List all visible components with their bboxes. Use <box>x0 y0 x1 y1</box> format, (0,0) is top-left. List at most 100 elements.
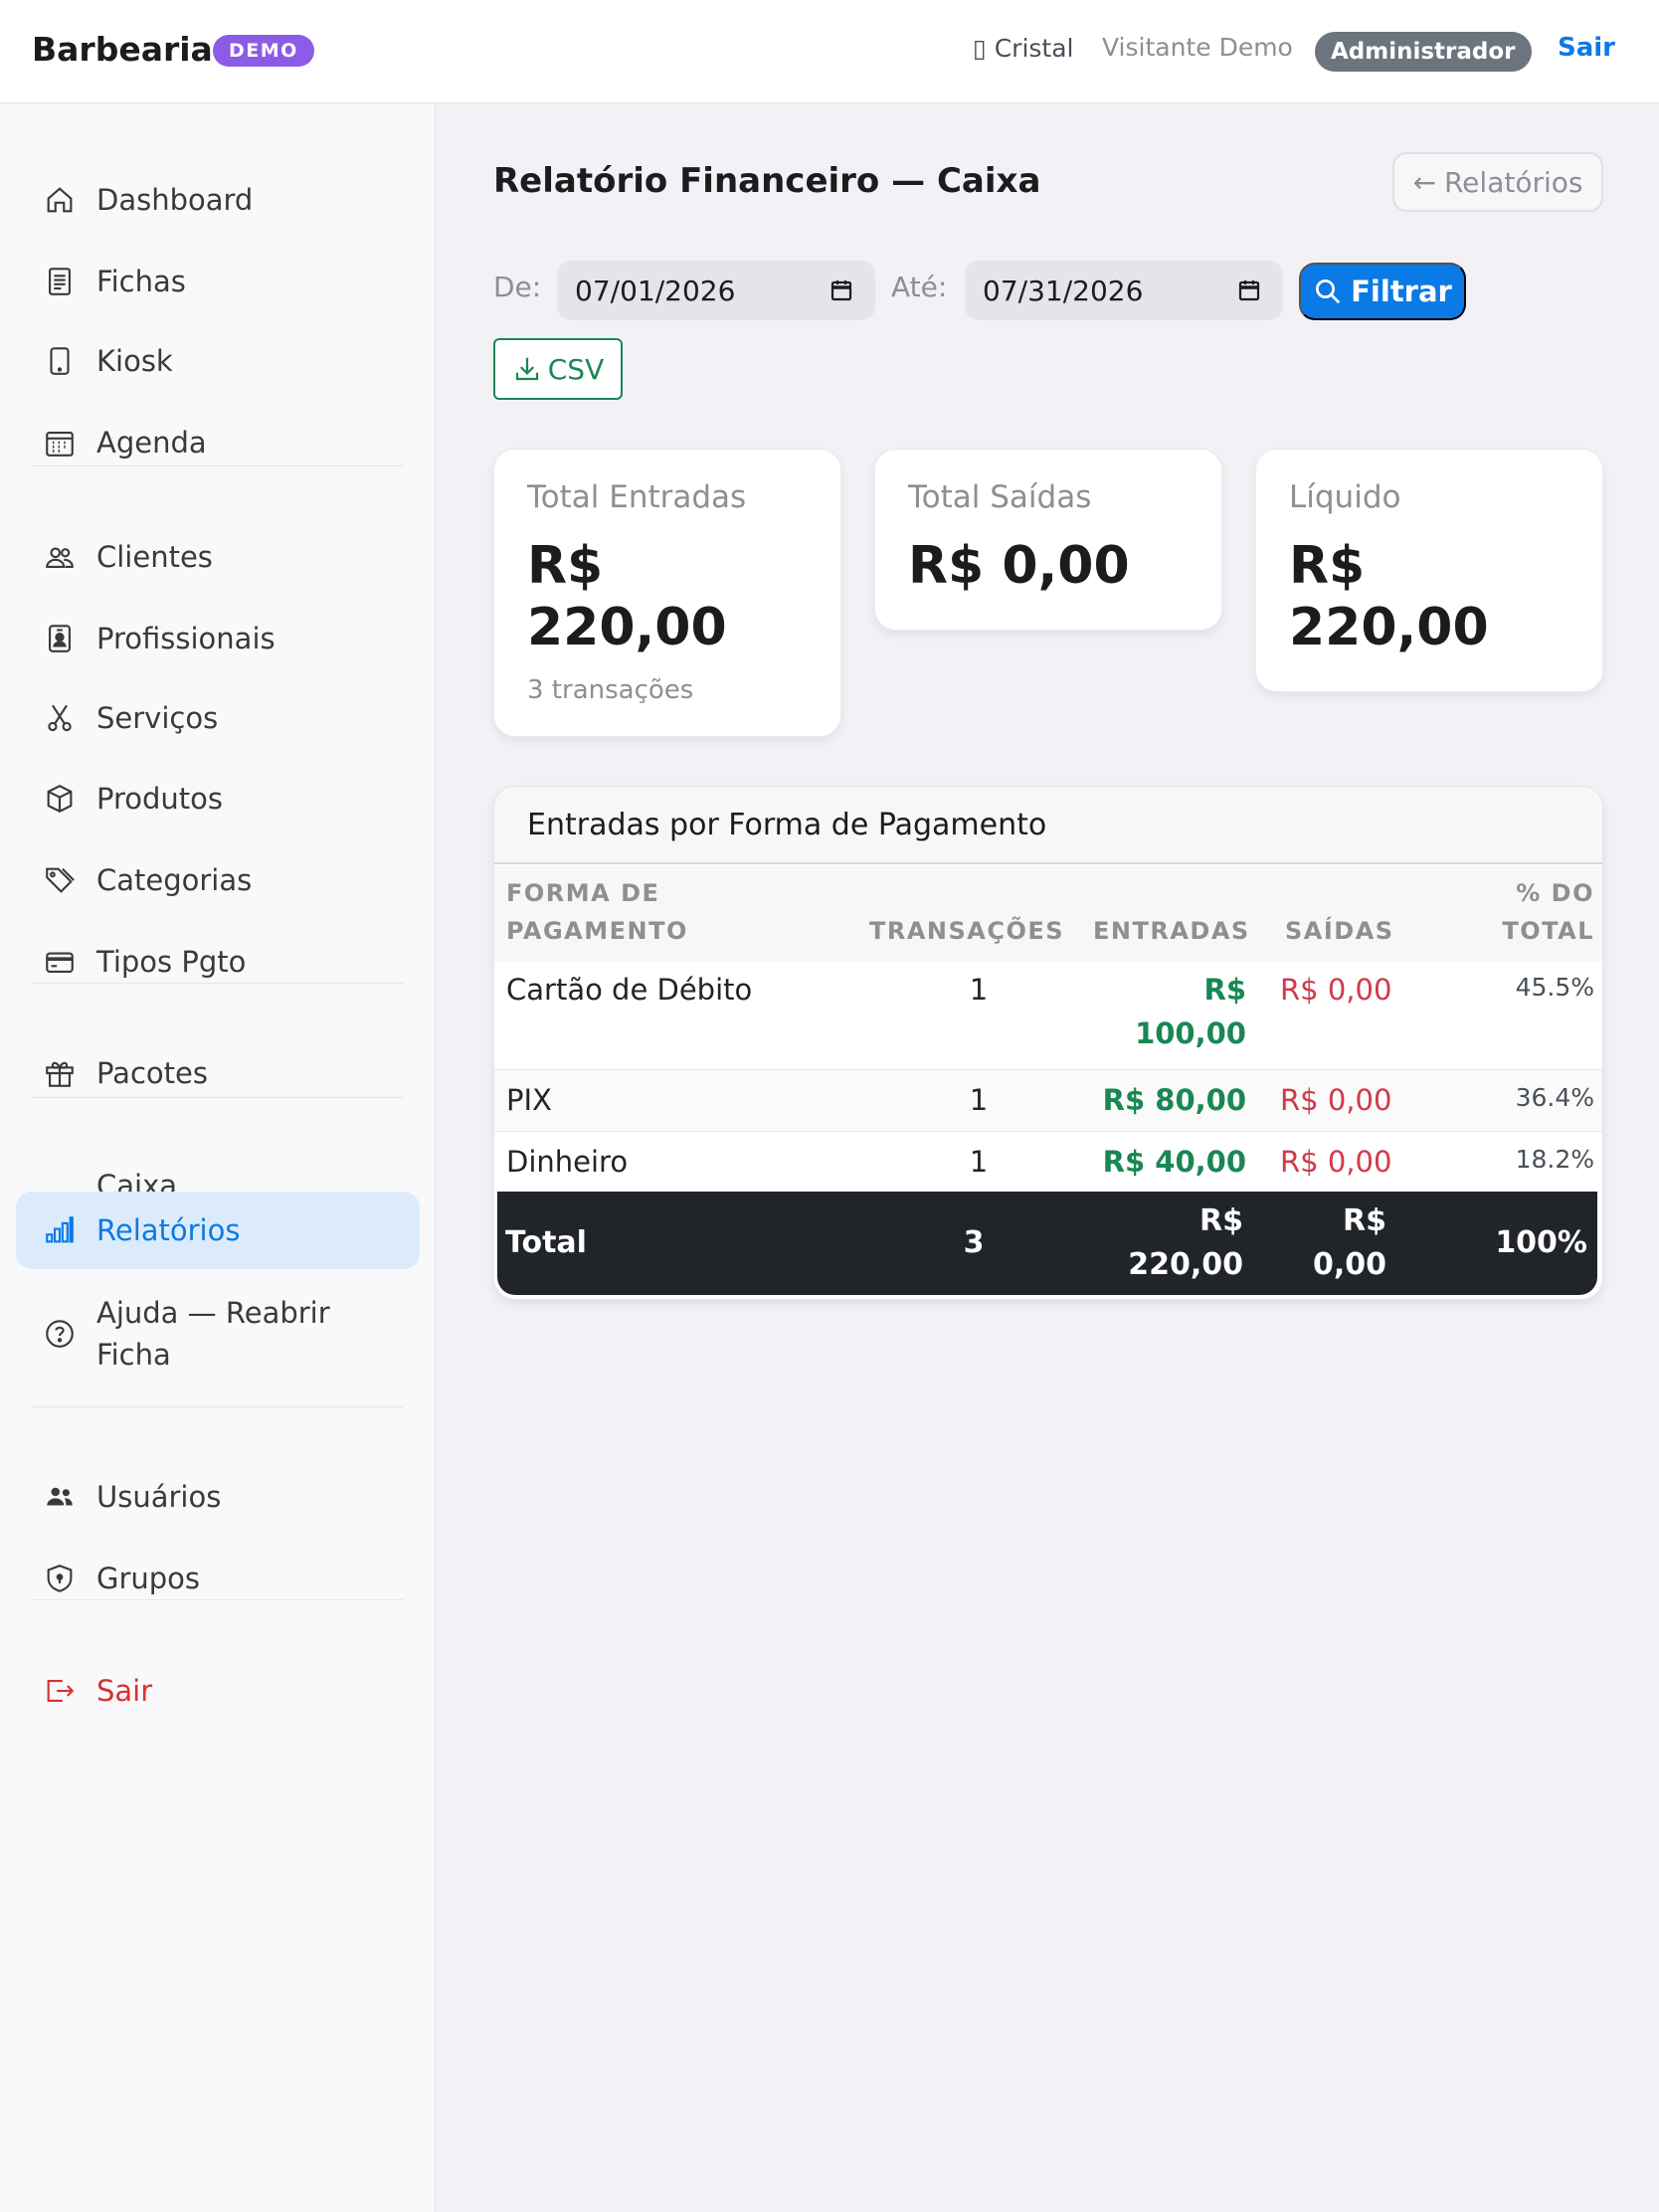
cell-line: R$ <box>1343 1203 1386 1238</box>
sidebar-item-tipos-pgto[interactable]: Tipos Pgto <box>16 924 420 1000</box>
sidebar-divider <box>32 1097 404 1098</box>
total-exits: R$ 0,00 <box>1313 1199 1386 1287</box>
cell-entries: R$ 100,00 <box>1135 968 1246 1055</box>
people-fill-icon <box>43 1480 77 1514</box>
sidebar-divider <box>32 1599 404 1600</box>
cell-pct: 36.4% <box>1515 1083 1594 1112</box>
col-header-line: PAGAMENTO <box>506 917 688 945</box>
filter-button[interactable]: Filtrar <box>1299 263 1466 320</box>
sidebar-item-fichas[interactable]: Fichas <box>16 244 420 319</box>
sidebar-item-kiosk[interactable]: Kiosk <box>16 323 420 399</box>
back-button-label: Relatórios <box>1443 165 1583 199</box>
card-total-saidas: Total Saídas R$ 0,00 <box>874 449 1222 631</box>
sidebar-item-label: Clientes <box>96 540 213 574</box>
card-liquido: Líquido R$ 220,00 <box>1255 449 1603 692</box>
cell-line: 100,00 <box>1135 1016 1246 1050</box>
csv-button-label: CSV <box>547 352 605 386</box>
demo-badge: DEMO <box>213 35 314 67</box>
cell-transactions: 1 <box>969 1145 989 1179</box>
col-header-line: TOTAL <box>1502 917 1594 945</box>
card-value-amount: 220,00 <box>527 598 727 657</box>
sidebar-item-servicos[interactable]: Serviços <box>16 680 420 756</box>
header-logout-link[interactable]: Sair <box>1558 33 1615 63</box>
cell-entries: R$ 80,00 <box>1102 1083 1246 1117</box>
question-circle-icon <box>43 1317 77 1351</box>
people-icon <box>43 540 77 574</box>
bar-chart-icon <box>43 1213 77 1247</box>
sidebar-divider <box>32 983 404 984</box>
table-row: Dinheiro 1 R$ 40,00 R$ 0,00 18.2% <box>494 1132 1602 1193</box>
sidebar-item-sair[interactable]: Sair <box>16 1653 420 1729</box>
badge-icon <box>43 622 77 655</box>
sidebar-divider <box>32 465 404 466</box>
tags-icon <box>43 863 77 897</box>
cell-pct: 45.5% <box>1515 973 1594 1002</box>
cell-pct: 18.2% <box>1515 1145 1594 1174</box>
page-title: Relatório Financeiro — Caixa <box>493 161 1041 201</box>
sidebar-item-agenda[interactable]: Agenda <box>16 405 420 480</box>
sidebar-item-clientes[interactable]: Clientes <box>16 519 420 595</box>
col-header-line: FORMA DE <box>506 879 660 907</box>
sidebar-item-label: Ajuda — Reabrir Ficha <box>96 1296 330 1372</box>
to-date-input[interactable]: 07/31/2026 <box>965 261 1283 320</box>
from-label: De: <box>493 271 542 303</box>
sidebar-item-label: Serviços <box>96 701 219 735</box>
user-name: Visitante Demo <box>1102 33 1293 62</box>
shield-lock-icon <box>43 1562 77 1595</box>
scissors-icon <box>43 701 77 735</box>
search-icon <box>1316 279 1341 304</box>
card-label: Líquido <box>1289 479 1401 515</box>
col-header-pct: % DO TOTAL <box>1502 874 1594 950</box>
role-badge: Administrador <box>1315 32 1532 72</box>
sidebar-item-dashboard[interactable]: Dashboard <box>16 162 420 238</box>
cell-line: R$ <box>1199 1203 1243 1238</box>
card-label: Total Entradas <box>527 479 747 515</box>
sidebar-item-ajuda[interactable]: Ajuda — Reabrir Ficha <box>16 1286 420 1382</box>
sidebar-item-label: Profissionais <box>96 622 276 655</box>
sidebar-item-label: Agenda <box>96 426 207 460</box>
from-date-value: 07/01/2026 <box>575 274 736 307</box>
sidebar-item-label: Categorias <box>96 863 253 897</box>
cell-method: Dinheiro <box>506 1145 629 1179</box>
card-value: R$ 220,00 <box>527 535 808 658</box>
sidebar-item-label: Pacotes <box>96 1056 208 1090</box>
brand-name[interactable]: Barbearia <box>32 30 213 69</box>
calendar-icon[interactable] <box>830 278 853 302</box>
to-label: Até: <box>891 271 948 303</box>
card-value: R$ 220,00 <box>1289 535 1569 658</box>
sidebar-item-profissionais[interactable]: Profissionais <box>16 601 420 676</box>
sidebar-item-produtos[interactable]: Produtos <box>16 761 420 836</box>
logout-icon <box>43 1674 77 1708</box>
box-icon <box>43 782 77 816</box>
cell-transactions: 1 <box>969 1083 989 1117</box>
sidebar-item-label: Sair <box>96 1674 153 1708</box>
cell-entries: R$ 40,00 <box>1102 1145 1246 1179</box>
sidebar: Dashboard Fichas Kiosk Agenda Clientes P… <box>0 104 436 2212</box>
tenant-name: ▯ Cristal <box>973 34 1074 63</box>
card-label: Total Saídas <box>908 479 1092 515</box>
arrow-left-icon: ← <box>1412 165 1436 199</box>
sidebar-item-categorias[interactable]: Categorias <box>16 842 420 918</box>
download-icon <box>515 357 538 381</box>
table-title: Entradas por Forma de Pagamento <box>494 787 1602 864</box>
csv-download-button[interactable]: CSV <box>493 338 623 400</box>
sidebar-item-label: Dashboard <box>96 183 254 217</box>
col-header-line: % DO <box>1516 879 1594 907</box>
back-to-reports-button[interactable]: ← Relatórios <box>1392 152 1603 212</box>
to-date-value: 07/31/2026 <box>983 274 1144 307</box>
sidebar-item-grupos[interactable]: Grupos <box>16 1541 420 1616</box>
sidebar-item-usuarios[interactable]: Usuários <box>16 1459 420 1535</box>
sidebar-item-pacotes[interactable]: Pacotes <box>16 1035 420 1111</box>
from-date-input[interactable]: 07/01/2026 <box>557 261 875 320</box>
sidebar-item-label: Produtos <box>96 782 224 816</box>
calendar-icon[interactable] <box>1237 278 1261 302</box>
cell-exits: R$ 0,00 <box>1280 973 1392 1007</box>
card-total-entradas: Total Entradas R$ 220,00 3 transações <box>493 449 841 737</box>
sidebar-item-label: Fichas <box>96 265 186 298</box>
table-row: PIX 1 R$ 80,00 R$ 0,00 36.4% <box>494 1070 1602 1131</box>
sidebar-item-label: Relatórios <box>96 1213 241 1247</box>
document-icon <box>43 265 77 298</box>
card-value-currency: R$ <box>1289 536 1366 596</box>
sidebar-item-relatorios[interactable]: Relatórios <box>16 1192 420 1269</box>
cell-line: 220,00 <box>1128 1247 1243 1282</box>
